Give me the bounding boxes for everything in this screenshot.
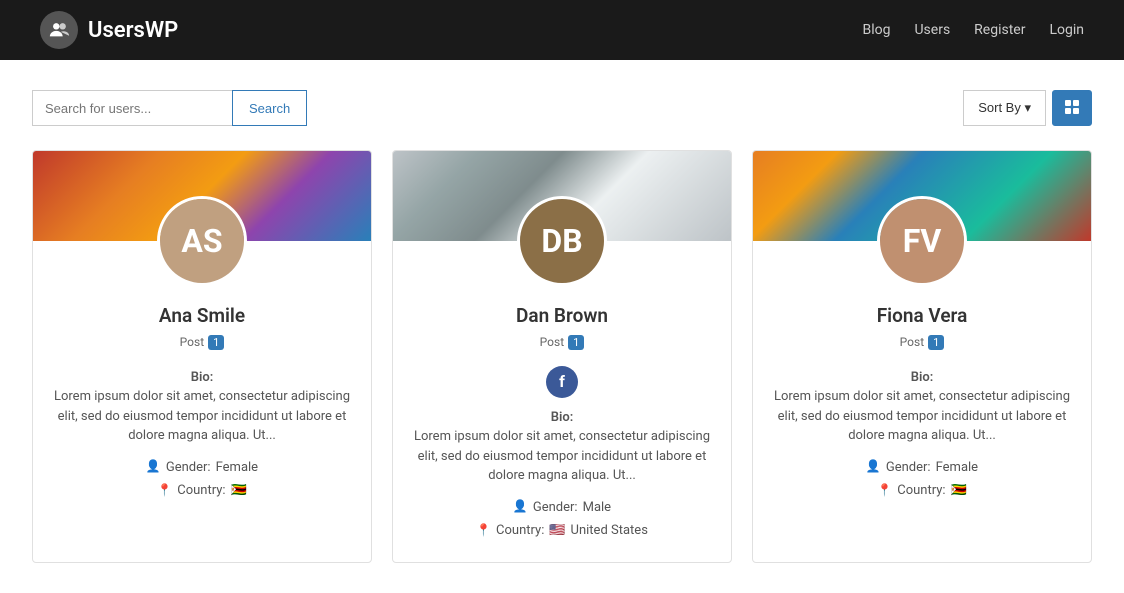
location-icon: 📍 <box>877 480 892 502</box>
bio-label: Bio: <box>911 370 934 385</box>
bio-section: Bio: Lorem ipsum dolor sit amet, consect… <box>53 368 351 446</box>
post-count: 1 <box>928 335 944 350</box>
post-badge: Post 1 <box>180 335 225 350</box>
post-label: Post <box>900 335 924 349</box>
person-icon: 👤 <box>146 456 161 478</box>
main-content: Search Sort By ▾ AS <box>12 60 1112 593</box>
gender-value: Female <box>216 456 258 479</box>
country-flag: 🇿🇼 <box>231 479 247 502</box>
user-name: Dan Brown <box>413 304 711 327</box>
user-card: DB Dan Brown Post 1 f Bio: Lorem ipsum d… <box>392 150 732 563</box>
avatar: AS <box>157 196 247 286</box>
post-badge: Post 1 <box>900 335 945 350</box>
meta-info: 👤 Gender: Male 📍 Country: 🇺🇸 United Stat… <box>413 496 711 543</box>
gender-label: Gender: <box>886 456 931 479</box>
main-nav: Blog Users Register Login <box>862 22 1084 38</box>
grid-view-button[interactable] <box>1052 90 1092 126</box>
avatar-initials: DB <box>520 199 604 283</box>
social-icons: f <box>413 366 711 398</box>
logo-area: UsersWP <box>40 11 178 49</box>
meta-info: 👤 Gender: Female 📍 Country: 🇿🇼 <box>53 456 351 503</box>
bio-label: Bio: <box>551 410 574 425</box>
nav-blog[interactable]: Blog <box>862 22 890 38</box>
post-label: Post <box>540 335 564 349</box>
bio-text: Lorem ipsum dolor sit amet, consectetur … <box>54 389 350 443</box>
gender-value: Male <box>583 496 611 519</box>
person-icon: 👤 <box>866 456 881 478</box>
country-name: United States <box>571 519 648 542</box>
post-badge: Post 1 <box>540 335 585 350</box>
sort-by-button[interactable]: Sort By ▾ <box>963 90 1046 126</box>
logo-text: UsersWP <box>88 18 178 43</box>
bio-text: Lorem ipsum dolor sit amet, consectetur … <box>414 429 710 483</box>
gender-label: Gender: <box>533 496 578 519</box>
nav-users[interactable]: Users <box>914 22 950 38</box>
user-name: Ana Smile <box>53 304 351 327</box>
sort-icon: ▾ <box>1024 100 1031 115</box>
bio-section: Bio: Lorem ipsum dolor sit amet, consect… <box>413 408 711 486</box>
location-icon: 📍 <box>157 480 172 502</box>
meta-info: 👤 Gender: Female 📍 Country: 🇿🇼 <box>773 456 1071 503</box>
sort-controls: Sort By ▾ <box>963 90 1092 126</box>
gender-label: Gender: <box>166 456 211 479</box>
user-card: AS Ana Smile Post 1 Bio: Lorem ipsum dol… <box>32 150 372 563</box>
country-label: Country: <box>897 479 945 502</box>
avatar: DB <box>517 196 607 286</box>
country-item: 📍 Country: 🇿🇼 <box>53 479 351 502</box>
country-item: 📍 Country: 🇿🇼 <box>773 479 1071 502</box>
user-name: Fiona Vera <box>773 304 1071 327</box>
avatar-wrapper: FV <box>753 196 1091 286</box>
avatar-wrapper: AS <box>33 196 371 286</box>
post-count: 1 <box>568 335 584 350</box>
users-grid: AS Ana Smile Post 1 Bio: Lorem ipsum dol… <box>32 150 1092 563</box>
bio-text: Lorem ipsum dolor sit amet, consectetur … <box>774 389 1070 443</box>
gender-value: Female <box>936 456 978 479</box>
facebook-icon[interactable]: f <box>546 366 578 398</box>
location-icon: 📍 <box>476 520 491 542</box>
post-label: Post <box>180 335 204 349</box>
bio-section: Bio: Lorem ipsum dolor sit amet, consect… <box>773 368 1071 446</box>
country-label: Country: <box>496 519 544 542</box>
avatar-wrapper: DB <box>393 196 731 286</box>
avatar: FV <box>877 196 967 286</box>
nav-login[interactable]: Login <box>1049 22 1084 38</box>
country-label: Country: <box>177 479 225 502</box>
search-button[interactable]: Search <box>232 90 307 126</box>
logo-icon <box>40 11 78 49</box>
user-card: FV Fiona Vera Post 1 Bio: Lorem ipsum do… <box>752 150 1092 563</box>
country-flag: 🇿🇼 <box>951 479 967 502</box>
search-left: Search <box>32 90 307 126</box>
avatar-initials: FV <box>880 199 964 283</box>
avatar-initials: AS <box>160 199 244 283</box>
gender-item: 👤 Gender: Female <box>53 456 351 479</box>
search-bar: Search Sort By ▾ <box>32 90 1092 126</box>
sort-label: Sort By <box>978 100 1021 115</box>
person-icon: 👤 <box>513 496 528 518</box>
site-header: UsersWP Blog Users Register Login <box>0 0 1124 60</box>
nav-register[interactable]: Register <box>974 22 1025 38</box>
post-count: 1 <box>208 335 224 350</box>
card-body: Dan Brown Post 1 f Bio: Lorem ipsum dolo… <box>393 286 731 562</box>
country-flag: 🇺🇸 <box>549 519 565 542</box>
card-body: Fiona Vera Post 1 Bio: Lorem ipsum dolor… <box>753 286 1091 522</box>
country-item: 📍 Country: 🇺🇸 United States <box>413 519 711 542</box>
gender-item: 👤 Gender: Male <box>413 496 711 519</box>
bio-label: Bio: <box>191 370 214 385</box>
gender-item: 👤 Gender: Female <box>773 456 1071 479</box>
search-input[interactable] <box>32 90 232 126</box>
card-body: Ana Smile Post 1 Bio: Lorem ipsum dolor … <box>33 286 371 522</box>
